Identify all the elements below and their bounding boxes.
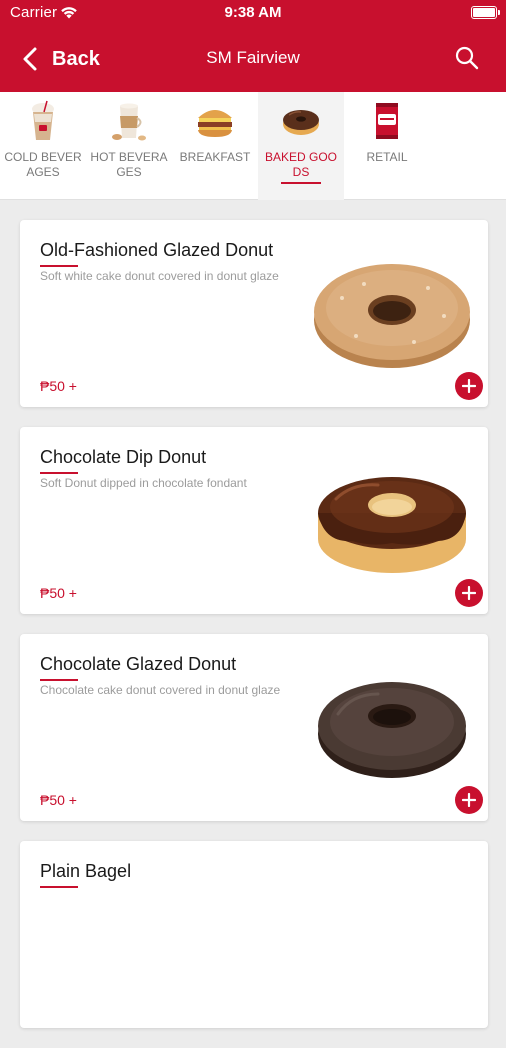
product-card[interactable]: Plain Bagel	[20, 841, 488, 1028]
chevron-left-icon	[23, 47, 37, 71]
plus-icon	[462, 793, 476, 807]
status-bar: Carrier 9:38 AM	[0, 0, 506, 26]
coffee-can-icon	[376, 103, 398, 139]
product-price: ₱50 +	[40, 378, 77, 394]
search-icon[interactable]	[454, 45, 480, 71]
product-card[interactable]: Chocolate Glazed Donut Chocolate cake do…	[20, 634, 488, 821]
product-name: Chocolate Glazed Donut	[40, 654, 237, 674]
product-name: Old-Fashioned Glazed Donut	[40, 240, 274, 260]
product-description: Chocolate cake donut covered in donut gl…	[40, 683, 281, 697]
plus-icon	[462, 379, 476, 393]
battery-icon	[471, 6, 500, 19]
tab-retail[interactable]: RETAIL	[344, 92, 430, 200]
product-list: Old-Fashioned Glazed Donut Soft white ca…	[20, 220, 488, 1048]
tab-label: BREAKFAST	[179, 150, 251, 164]
name-underline	[40, 886, 78, 888]
chocolate-dip-donut-image	[318, 477, 466, 573]
add-to-cart-button[interactable]	[455, 579, 483, 607]
name-underline	[40, 679, 78, 681]
product-price: ₱50 +	[40, 792, 77, 808]
chocolate-glazed-donut-image	[318, 682, 466, 778]
glazed-donut-image	[314, 264, 470, 368]
back-button[interactable]: Back	[22, 44, 100, 74]
status-time: 9:38 AM	[224, 4, 282, 21]
tab-label: BAKED GOODS	[264, 150, 338, 179]
tab-cold-beverages[interactable]: COLD BEVERAGES	[0, 92, 86, 200]
tab-breakfast[interactable]: BREAKFAST	[172, 92, 258, 200]
product-name: Chocolate Dip Donut	[40, 447, 207, 467]
back-label: Back	[52, 47, 100, 70]
app-header: Carrier 9:38 AM Back SM Fairview	[0, 0, 506, 92]
tab-label: COLD BEVERAGES	[4, 150, 82, 179]
tab-hot-beverages[interactable]: HOT BEVERAGES	[86, 92, 172, 200]
product-price: ₱50 +	[40, 585, 77, 601]
tab-label: HOT BEVERAGES	[90, 150, 168, 179]
active-tab-indicator	[281, 182, 321, 184]
add-to-cart-button[interactable]	[455, 372, 483, 400]
product-name: Plain Bagel	[40, 861, 132, 881]
product-card[interactable]: Chocolate Dip Donut Soft Donut dipped in…	[20, 427, 488, 614]
breakfast-sandwich-icon	[198, 110, 232, 137]
name-underline	[40, 265, 78, 267]
add-to-cart-button[interactable]	[455, 786, 483, 814]
plus-icon	[462, 586, 476, 600]
iced-coffee-cup-icon	[32, 100, 54, 140]
hot-latte-cup-icon	[112, 103, 146, 141]
tab-baked-goods[interactable]: BAKED GOODS	[258, 92, 344, 200]
name-underline	[40, 472, 78, 474]
product-card[interactable]: Old-Fashioned Glazed Donut Soft white ca…	[20, 220, 488, 407]
product-description: Soft Donut dipped in chocolate fondant	[40, 476, 247, 490]
product-description: Soft white cake donut covered in donut g…	[40, 269, 279, 283]
category-bar: COLD BEVERAGES HOT BEVERAGES BREAKFAST B…	[0, 92, 506, 200]
donut-icon	[283, 110, 319, 135]
tab-label: RETAIL	[366, 150, 408, 164]
